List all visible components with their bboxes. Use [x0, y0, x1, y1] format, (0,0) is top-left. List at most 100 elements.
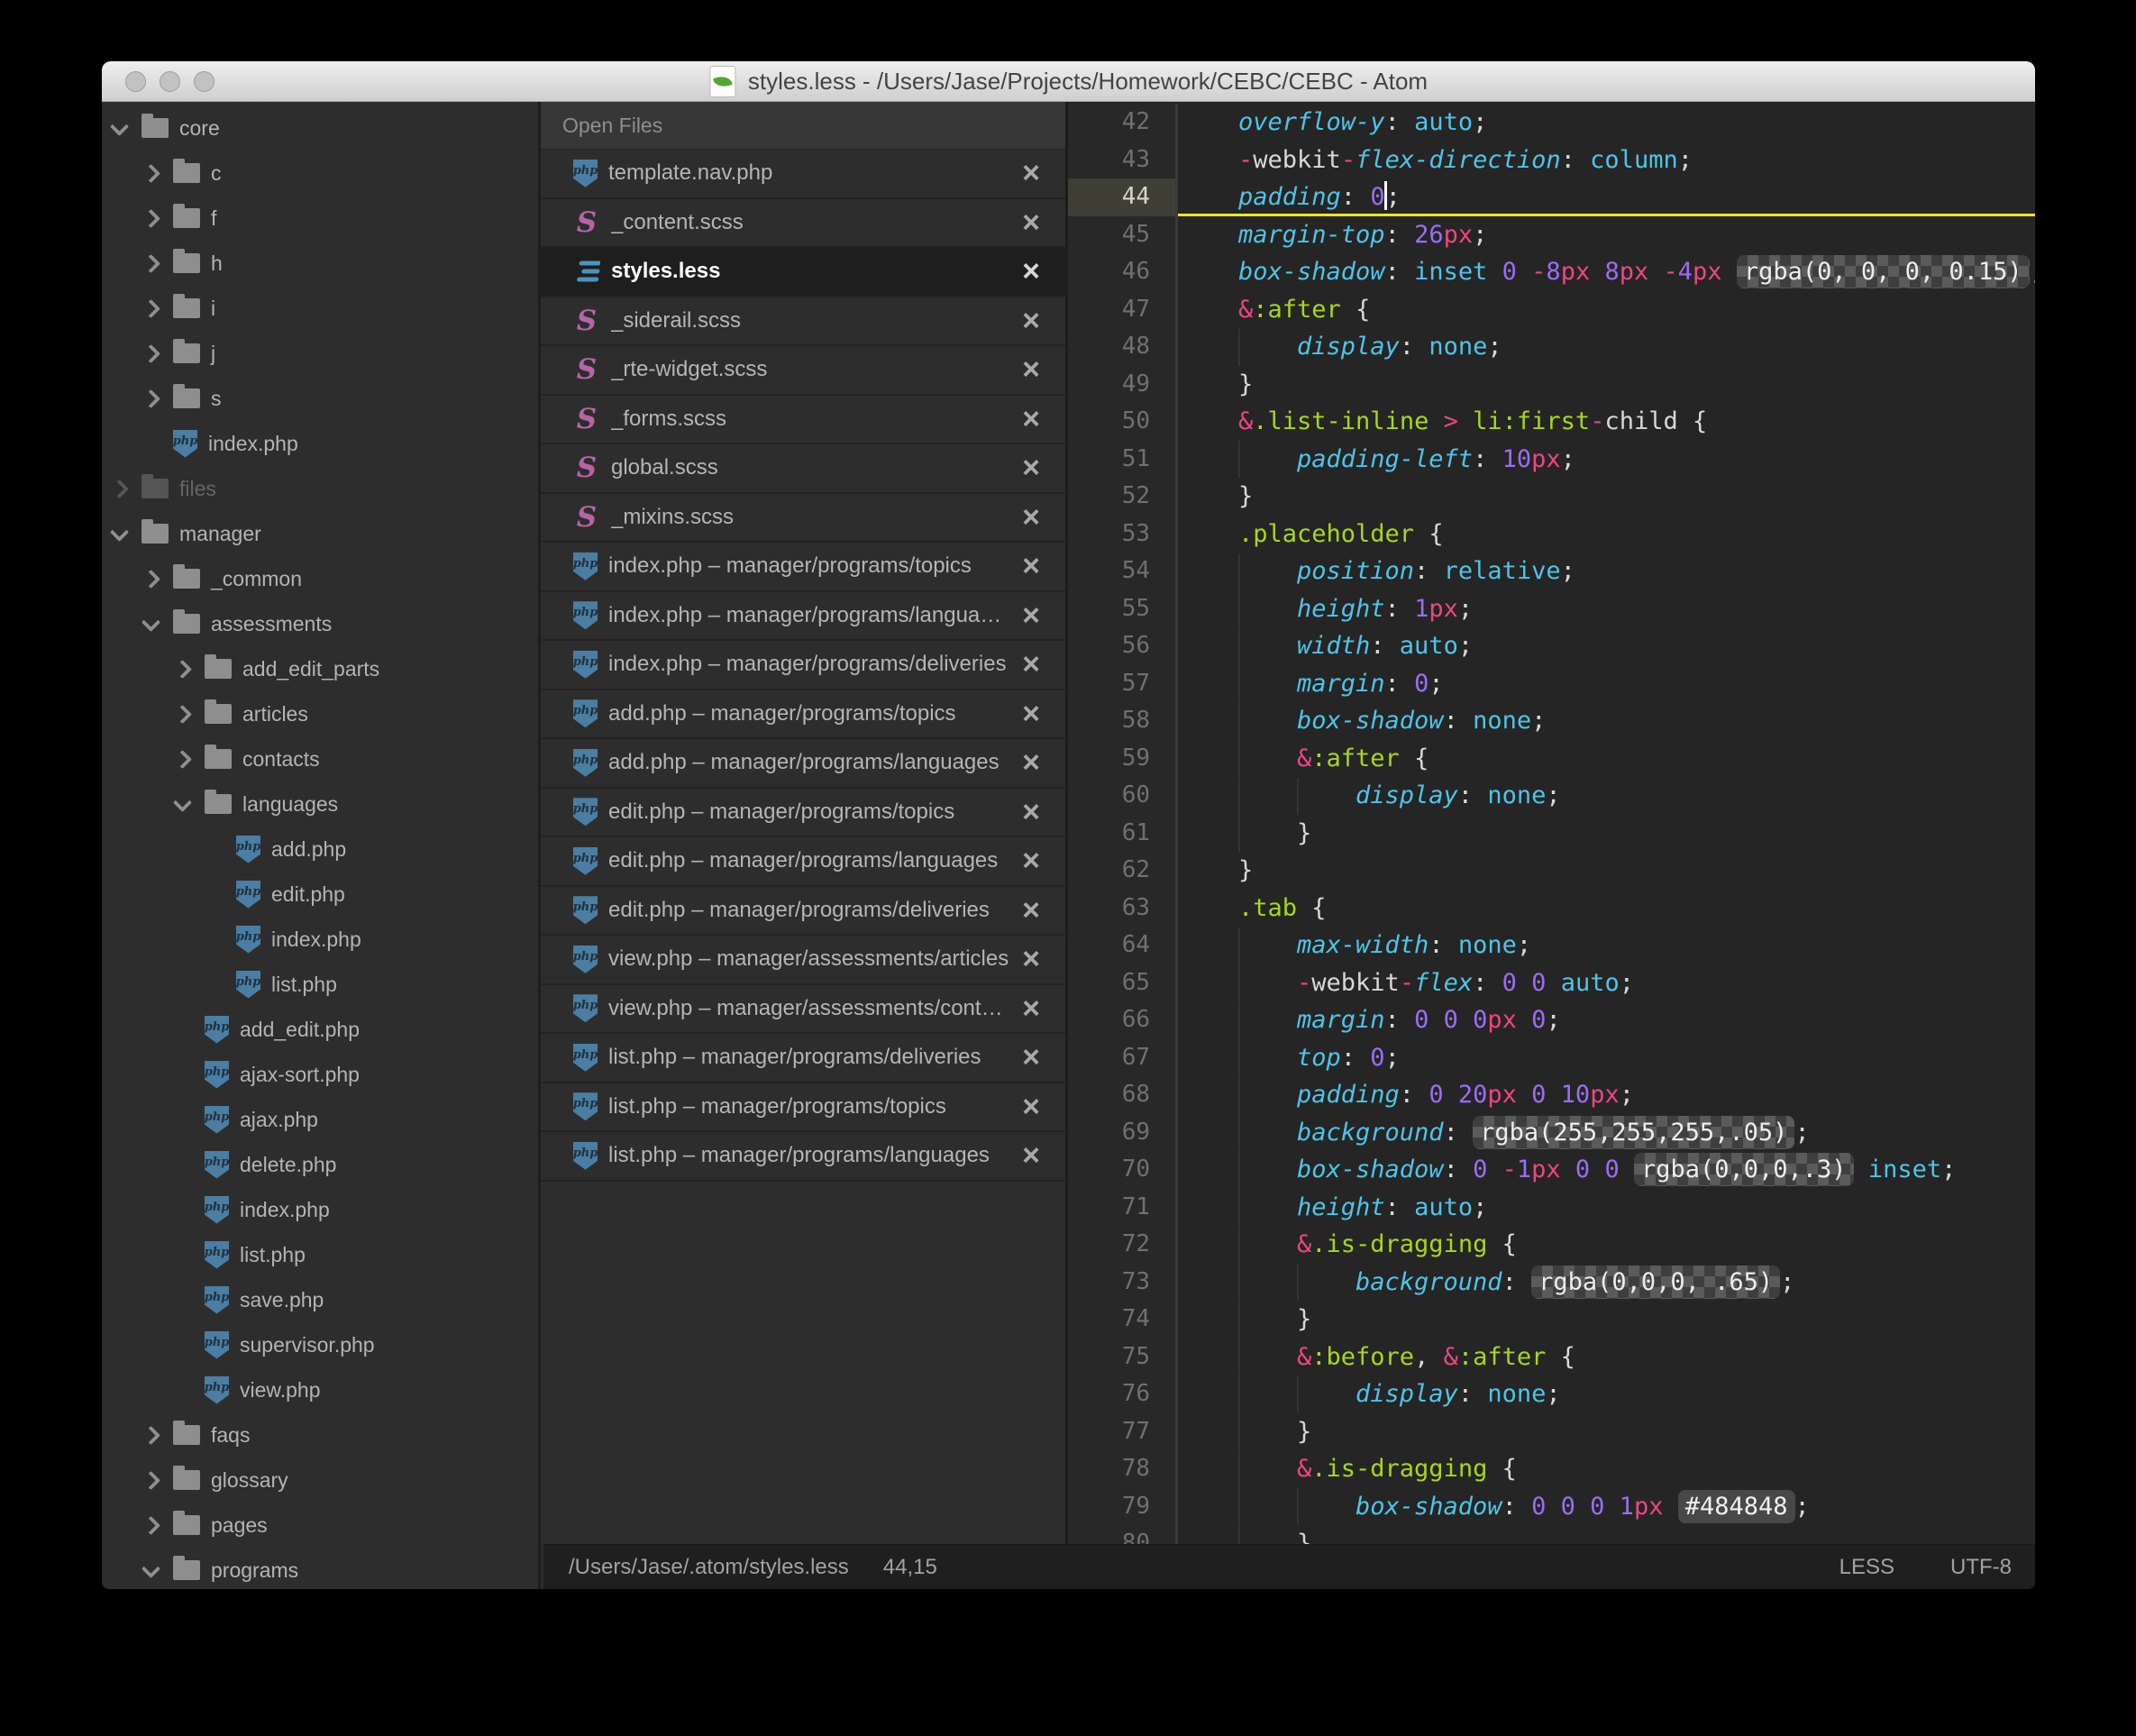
close-file-icon[interactable]: ×: [1022, 1140, 1040, 1171]
tree-item-articles[interactable]: articles: [102, 691, 538, 736]
line-number[interactable]: 43: [1068, 142, 1178, 179]
line-number[interactable]: 50: [1068, 403, 1178, 441]
chevron-right-icon[interactable]: [142, 257, 173, 270]
code-text[interactable]: box-shadow: inset 0 -8px 8px -4px rgba(0…: [1178, 253, 2035, 291]
chevron-right-icon[interactable]: [111, 482, 141, 496]
tree-item-contacts[interactable]: contacts: [102, 736, 538, 781]
code-text[interactable]: &:before, &:after {: [1178, 1339, 2035, 1376]
tree-item-index.php[interactable]: phpindex.php: [102, 421, 538, 466]
line-number[interactable]: 59: [1068, 740, 1178, 778]
close-file-icon[interactable]: ×: [1022, 649, 1040, 680]
close-window-button[interactable]: [125, 71, 146, 92]
tree-item-manager[interactable]: manager: [102, 511, 538, 556]
tree-item-glossary[interactable]: glossary: [102, 1457, 538, 1503]
close-file-icon[interactable]: ×: [1022, 452, 1040, 483]
tree-item-files[interactable]: files: [102, 466, 538, 511]
code-text[interactable]: padding: 0 20px 0 10px;: [1178, 1076, 2035, 1114]
code-text[interactable]: margin-top: 26px;: [1178, 216, 2035, 254]
open-file-item[interactable]: S_content.scss×: [541, 199, 1065, 249]
tree-item-add_edit_parts[interactable]: add_edit_parts: [102, 646, 538, 691]
editor-pane[interactable]: 42overflow-y: auto;43-webkit-flex-direct…: [1068, 102, 2035, 1589]
open-file-item[interactable]: S_mixins.scss×: [541, 494, 1065, 544]
open-file-item[interactable]: phpadd.php – manager/programs/languages×: [541, 739, 1065, 789]
code-text[interactable]: }: [1178, 1301, 2035, 1339]
chevron-down-icon[interactable]: [111, 529, 141, 539]
line-number[interactable]: 52: [1068, 478, 1178, 516]
code-text[interactable]: margin: 0 0 0px 0;: [1178, 1001, 2035, 1039]
line-number[interactable]: 44: [1068, 178, 1178, 216]
code-text[interactable]: width: auto;: [1178, 627, 2035, 665]
chevron-right-icon[interactable]: [142, 1519, 173, 1532]
status-encoding-selector[interactable]: UTF-8: [1950, 1555, 2012, 1580]
code-text[interactable]: .placeholder {: [1178, 516, 2035, 553]
tree-item-core[interactable]: core: [102, 105, 538, 151]
close-file-icon[interactable]: ×: [1022, 158, 1040, 188]
tree-item-assessments[interactable]: assessments: [102, 601, 538, 646]
tree-item-supervisor.php[interactable]: phpsupervisor.php: [102, 1322, 538, 1367]
tree-item-ajax-sort.php[interactable]: phpajax-sort.php: [102, 1052, 538, 1097]
line-number[interactable]: 53: [1068, 516, 1178, 553]
line-number[interactable]: 51: [1068, 441, 1178, 479]
line-number[interactable]: 49: [1068, 366, 1178, 404]
tree-item-s[interactable]: s: [102, 376, 538, 421]
line-number[interactable]: 78: [1068, 1450, 1178, 1488]
line-number[interactable]: 48: [1068, 328, 1178, 366]
line-number[interactable]: 60: [1068, 777, 1178, 815]
open-file-item[interactable]: phpadd.php – manager/programs/topics×: [541, 690, 1065, 740]
tree-item-list.php[interactable]: phplist.php: [102, 962, 538, 1007]
code-text[interactable]: background: rgba(0,0,0, .65);: [1178, 1264, 2035, 1302]
code-text[interactable]: }: [1178, 1413, 2035, 1451]
line-number[interactable]: 54: [1068, 553, 1178, 590]
line-number[interactable]: 77: [1068, 1413, 1178, 1451]
code-text[interactable]: }: [1178, 815, 2035, 853]
status-cursor-position[interactable]: 44,15: [883, 1555, 937, 1580]
close-file-icon[interactable]: ×: [1022, 944, 1040, 974]
line-number[interactable]: 72: [1068, 1226, 1178, 1264]
open-file-item[interactable]: phpview.php – manager/assessments/contac…: [541, 985, 1065, 1035]
code-text[interactable]: &.list-inline > li:first-child {: [1178, 403, 2035, 441]
close-file-icon[interactable]: ×: [1022, 502, 1040, 533]
close-file-icon[interactable]: ×: [1022, 747, 1040, 778]
close-file-icon[interactable]: ×: [1022, 993, 1040, 1024]
code-text[interactable]: padding-left: 10px;: [1178, 441, 2035, 479]
open-file-item[interactable]: S_rte-widget.scss×: [541, 346, 1065, 396]
close-file-icon[interactable]: ×: [1022, 845, 1040, 876]
tree-item-_common[interactable]: _common: [102, 556, 538, 601]
close-file-icon[interactable]: ×: [1022, 306, 1040, 336]
tree-item-ajax.php[interactable]: phpajax.php: [102, 1097, 538, 1142]
chevron-down-icon[interactable]: [111, 123, 141, 133]
chevron-right-icon[interactable]: [174, 753, 205, 766]
code-text[interactable]: display: none;: [1178, 328, 2035, 366]
tree-item-list.php[interactable]: phplist.php: [102, 1232, 538, 1277]
code-text[interactable]: background: rgba(255,255,255,.05);: [1178, 1114, 2035, 1152]
code-text[interactable]: height: auto;: [1178, 1189, 2035, 1227]
tree-item-f[interactable]: f: [102, 196, 538, 241]
line-number[interactable]: 64: [1068, 927, 1178, 964]
open-file-item[interactable]: S_forms.scss×: [541, 396, 1065, 445]
line-number[interactable]: 68: [1068, 1076, 1178, 1114]
open-file-item[interactable]: phpedit.php – manager/programs/deliverie…: [541, 887, 1065, 937]
tree-item-faqs[interactable]: faqs: [102, 1412, 538, 1457]
chevron-right-icon[interactable]: [174, 708, 205, 721]
line-number[interactable]: 46: [1068, 253, 1178, 291]
chevron-down-icon[interactable]: [142, 1566, 173, 1576]
tree-item-save.php[interactable]: phpsave.php: [102, 1277, 538, 1322]
code-text[interactable]: display: none;: [1178, 777, 2035, 815]
chevron-right-icon[interactable]: [142, 392, 173, 406]
tree-item-programs[interactable]: programs: [102, 1548, 538, 1589]
minimize-window-button[interactable]: [160, 71, 180, 92]
line-number[interactable]: 66: [1068, 1001, 1178, 1039]
code-text[interactable]: box-shadow: 0 -1px 0 0 rgba(0,0,0,.3) in…: [1178, 1151, 2035, 1189]
code-text[interactable]: top: 0;: [1178, 1039, 2035, 1077]
chevron-down-icon[interactable]: [142, 619, 173, 629]
tree-item-add_edit.php[interactable]: phpadd_edit.php: [102, 1007, 538, 1052]
close-file-icon[interactable]: ×: [1022, 354, 1040, 385]
close-file-icon[interactable]: ×: [1022, 699, 1040, 729]
close-file-icon[interactable]: ×: [1022, 256, 1040, 287]
tree-item-languages[interactable]: languages: [102, 781, 538, 827]
code-text[interactable]: padding: 0;: [1178, 178, 2035, 216]
open-file-item[interactable]: phplist.php – manager/programs/languages…: [541, 1132, 1065, 1182]
code-text[interactable]: .tab {: [1178, 890, 2035, 927]
chevron-right-icon[interactable]: [142, 1474, 173, 1487]
line-number[interactable]: 73: [1068, 1264, 1178, 1302]
